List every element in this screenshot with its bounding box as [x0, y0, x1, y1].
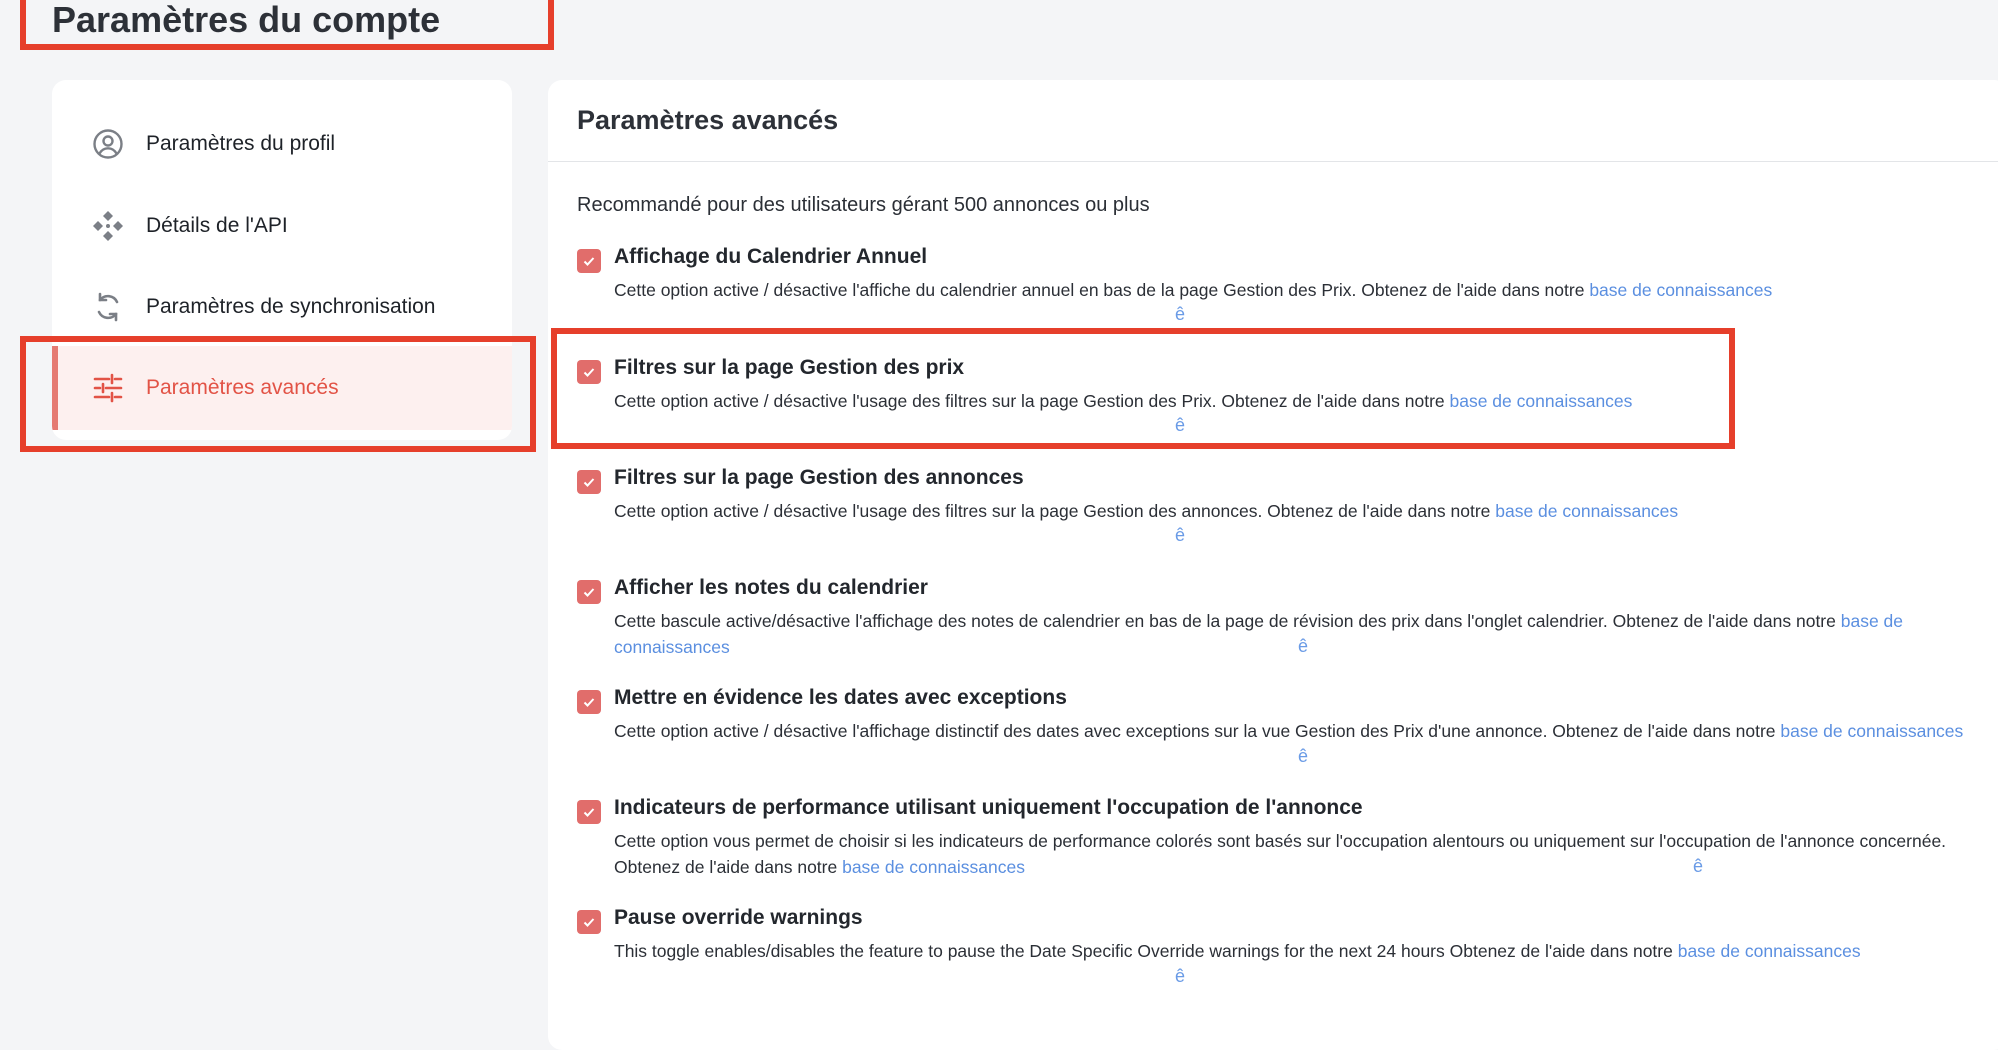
advanced-settings-panel: Paramètres avancés Recommandé pour des u… [548, 80, 1998, 1050]
checkbox[interactable] [577, 580, 601, 604]
knowledge-base-link[interactable]: base de connaissances [1780, 721, 1963, 741]
check-icon [583, 588, 595, 597]
glyph-marker: ê [1175, 966, 1186, 986]
option-title: Filtres sur la page Gestion des prix [614, 356, 965, 379]
sync-icon [90, 289, 126, 325]
option-description: Cette option active / désactive l'affich… [614, 280, 1773, 300]
check-icon [583, 257, 595, 266]
sidebar-item-sync[interactable]: Paramètres de synchronisation [52, 265, 512, 349]
user-circle-icon [90, 126, 126, 162]
option-title: Mettre en évidence les dates avec except… [614, 686, 1067, 709]
option-description: Cette option active / désactive l'usage … [614, 391, 1633, 411]
glyph-marker: ê [1175, 415, 1186, 435]
checkbox[interactable] [577, 800, 601, 824]
glyph-marker: ê [1175, 525, 1186, 545]
option-title: Pause override warnings [614, 906, 863, 929]
panel-title: Paramètres avancés [548, 80, 1998, 162]
check-icon [583, 808, 595, 817]
option-description: Cette option active / désactive l'affich… [614, 721, 1964, 741]
glyph-marker: ê [1693, 856, 1704, 876]
option-description: Cette option vous permet de choisir si l… [614, 831, 1947, 877]
glyph-marker: ê [1298, 636, 1309, 656]
checkbox[interactable] [577, 690, 601, 714]
check-icon [583, 478, 595, 487]
checkbox[interactable] [577, 470, 601, 494]
check-icon [583, 698, 595, 707]
option-title: Afficher les notes du calendrier [614, 576, 928, 599]
checkbox[interactable] [577, 249, 601, 273]
option-title: Indicateurs de performance utilisant uni… [614, 796, 1363, 819]
api-diamond-icon [90, 208, 126, 244]
sidebar-item-profile[interactable]: Paramètres du profil [52, 102, 512, 186]
sidebar-item-advanced[interactable]: Paramètres avancés [52, 346, 512, 430]
knowledge-base-link[interactable]: base de connaissances [1678, 941, 1861, 961]
glyph-marker: ê [1175, 304, 1186, 324]
knowledge-base-link[interactable]: base de connaissances [1589, 280, 1772, 300]
settings-sidebar: Paramètres du profil Détails de l'API Pa… [52, 80, 512, 440]
checkbox[interactable] [577, 910, 601, 934]
sidebar-item-label: Détails de l'API [146, 214, 288, 237]
check-icon [583, 368, 595, 377]
check-icon [583, 918, 595, 927]
intro-text: Recommandé pour des utilisateurs gérant … [577, 194, 1150, 216]
knowledge-base-link[interactable]: base de connaissances [842, 857, 1025, 877]
sidebar-item-label: Paramètres avancés [146, 376, 339, 399]
option-title: Filtres sur la page Gestion des annonces [614, 466, 1024, 489]
sidebar-item-label: Paramètres de synchronisation [146, 295, 436, 318]
knowledge-base-link[interactable]: base de connaissances [1450, 391, 1633, 411]
option-description: Cette option active / désactive l'usage … [614, 501, 1679, 521]
page-title: Paramètres du compte [52, 0, 441, 40]
sliders-icon [90, 370, 126, 406]
knowledge-base-link[interactable]: base de connaissances [1495, 501, 1678, 521]
option-description: This toggle enables/disables the feature… [614, 941, 1861, 961]
checkbox[interactable] [577, 360, 601, 384]
sidebar-item-label: Paramètres du profil [146, 132, 336, 155]
sidebar-item-api[interactable]: Détails de l'API [52, 184, 512, 268]
glyph-marker: ê [1298, 746, 1309, 766]
option-title: Affichage du Calendrier Annuel [614, 245, 928, 268]
